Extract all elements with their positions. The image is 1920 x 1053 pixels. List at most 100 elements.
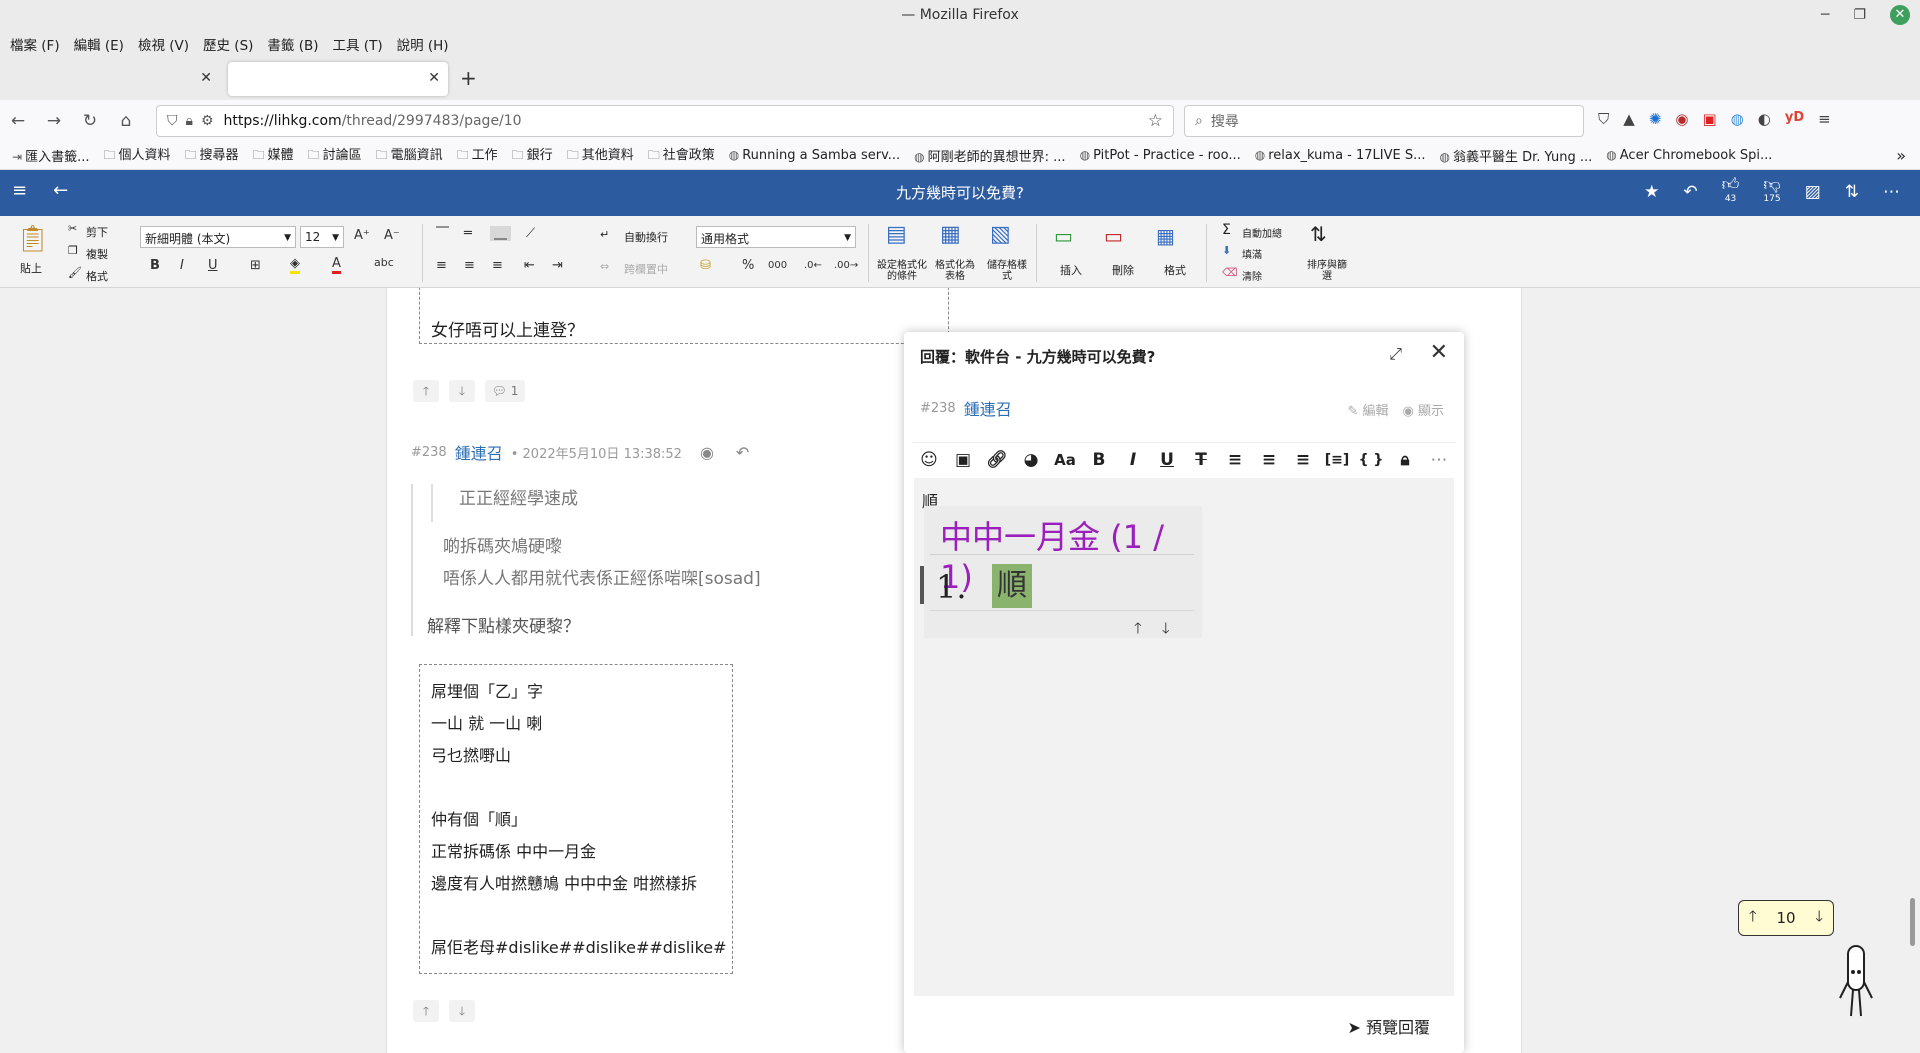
bold-icon[interactable]: B [150,258,160,273]
minimize-icon[interactable]: ─ [1821,0,1829,30]
comma-icon[interactable]: 000 [768,260,787,271]
arrow-up-icon[interactable]: 🡑 [1134,618,1142,643]
back-arrow-icon[interactable]: ← [53,180,68,201]
downvote-icon[interactable]: 🡓 [449,1000,475,1022]
sort-filter-label[interactable]: 排序與篩選 [1304,260,1350,282]
align-right-icon[interactable]: ≡ [1286,450,1320,470]
format-label[interactable]: 格式 [1164,262,1186,278]
more-icon[interactable]: ⋯ [1883,182,1900,202]
fill-down-icon[interactable]: ⬇ [1222,244,1231,257]
cell-styles-icon[interactable]: ▧ [990,222,1011,247]
new-tab-button[interactable]: + [460,66,477,90]
format-painter-label[interactable]: 格式 [86,268,108,284]
forward-icon[interactable]: → [36,111,72,131]
tab-2-active[interactable]: ✕ [228,62,448,96]
font-size-icon[interactable]: Aa [1048,451,1082,469]
pocket-icon[interactable]: ⛉ [1598,110,1609,128]
underline-icon[interactable]: U [208,258,218,273]
bookmark-item[interactable]: ◍ PitPot - Practice - roo... [1080,148,1241,163]
insert-label[interactable]: 插入 [1060,262,1082,278]
format-cells-icon[interactable]: ▦ [1156,224,1175,248]
mascot-icon[interactable] [1836,942,1876,1022]
menu-icon[interactable]: ≡ [12,180,27,201]
paste-icon[interactable]: 📋︎ [16,224,49,254]
align-left-icon[interactable]: ≡ [1218,450,1252,470]
eye-icon[interactable]: ◉ [700,443,714,462]
font-color-icon[interactable]: A [332,256,341,274]
currency-icon[interactable]: ⛁ [700,258,711,273]
decrease-font-icon[interactable]: A⁻ [384,228,400,243]
wrap-text-icon[interactable]: ↵ [600,228,609,241]
menu-help[interactable]: 說明 (H) [395,34,451,54]
bookmark-item[interactable]: 🗀 電腦資訊 [376,144,443,167]
dislike-button[interactable]: 👎︎ 175 [1763,176,1780,205]
align-bottom-icon[interactable]: ⎽ [490,226,512,241]
yd-icon[interactable]: yD [1785,110,1804,128]
lock-icon[interactable]: 🔒︎ [1388,450,1422,470]
image-upload-icon[interactable]: ▣ [946,450,980,470]
extension-globe-icon[interactable]: ◍ [1731,110,1744,128]
increase-font-icon[interactable]: A⁺ [354,228,370,243]
cell-styles-label[interactable]: 儲存格樣式 [984,260,1030,282]
show-button[interactable]: ◉ 顯示 [1403,400,1445,419]
reply-count-button[interactable]: 💬︎ 1 [485,380,525,402]
conditional-format-icon[interactable]: ▤ [886,222,907,247]
decrease-decimal-icon[interactable]: .00→ [834,260,858,271]
menu-history[interactable]: 歷史 (S) [201,34,255,54]
align-left-icon[interactable]: ≡ [436,258,447,273]
paste-label[interactable]: 貼上 [20,260,42,276]
cut-label[interactable]: 剪下 [86,224,108,240]
reload-icon[interactable]: ↻ [72,111,108,131]
arrow-down-icon[interactable]: 🡓 [1162,618,1170,643]
home-icon[interactable]: ⌂ [108,111,144,131]
align-right-icon[interactable]: ≡ [492,258,503,273]
quote-icon[interactable]: [≡] [1320,452,1354,468]
menu-bookmarks[interactable]: 書籤 (B) [265,34,320,54]
number-format-select[interactable]: 通用格式 ▼ [696,226,856,248]
more-icon[interactable]: ⋯ [1422,450,1456,470]
link-icon[interactable]: 🔗︎ [980,450,1014,470]
underline-icon[interactable]: U [1150,450,1184,470]
page-scrollbar[interactable] [1910,898,1915,946]
bookmark-item[interactable]: 🗀 其他資料 [567,144,634,167]
brush-icon[interactable]: 🖌︎ [68,266,82,279]
conditional-format-label[interactable]: 設定格式化的條件 [874,260,930,282]
image-icon[interactable]: ▨ [1805,182,1821,202]
bookmark-item[interactable]: 🗀 搜尋器 [185,144,239,167]
bookmark-item[interactable]: ◍ Acer Chromebook Spi... [1606,148,1772,163]
bookmark-item[interactable]: 🗀 媒體 [253,144,294,167]
copy-icon[interactable]: ❐ [68,244,78,257]
back-icon[interactable]: ← [0,111,36,131]
insert-cells-icon[interactable]: ▭ [1054,224,1073,248]
strikethrough-icon[interactable]: T [1184,450,1218,470]
post-username[interactable]: 鍾連召 [455,440,503,464]
increase-decimal-icon[interactable]: .0← [804,260,822,271]
edit-button[interactable]: ✎ 編輯 [1347,400,1388,419]
downvote-icon[interactable]: 🡓 [449,380,475,402]
menu-edit[interactable]: 編輯 (E) [72,34,126,54]
extension-video-icon[interactable]: ▣ [1702,110,1716,128]
reply-icon[interactable]: ↶ [1683,182,1697,202]
bold-icon[interactable]: B [1082,450,1116,470]
reply-editor[interactable]: 順 中中一月金 (1 / 1) 1. 順 🡑 🡓 [914,478,1454,996]
menu-file[interactable]: 檔案 (F) [8,34,62,54]
percent-icon[interactable]: % [742,258,754,273]
align-top-icon[interactable]: ⎺ [436,226,449,241]
bookmark-item[interactable]: 🗀 銀行 [512,144,553,167]
clear-label[interactable]: 清除 [1242,268,1262,283]
orientation-icon[interactable]: ⟋ [526,226,535,241]
format-as-table-label[interactable]: 格式化為表格 [932,260,978,282]
align-center-icon[interactable]: ≡ [1252,450,1286,470]
autosum-icon[interactable]: Σ [1222,222,1231,238]
delete-label[interactable]: 刪除 [1112,262,1134,278]
scissors-icon[interactable]: ✂ [68,222,77,235]
bookmark-item[interactable]: ◍ 阿剛老師的異想世界: ... [914,146,1065,165]
bookmark-item[interactable]: ⇥ 匯入書籤... [12,146,89,165]
search-input[interactable]: ⌕ 搜尋 [1184,105,1584,137]
bookmark-item[interactable]: ◍ 翁義平醫生 Dr. Yung ... [1440,146,1593,165]
extension-dark-icon[interactable]: ◐ [1758,110,1771,128]
italic-icon[interactable]: I [180,258,184,273]
expand-icon[interactable]: ⤢ [1389,344,1402,364]
font-name-select[interactable]: 新細明體 (本文) ▼ [140,226,296,248]
upvote-icon[interactable]: 🡑 [413,1000,439,1022]
